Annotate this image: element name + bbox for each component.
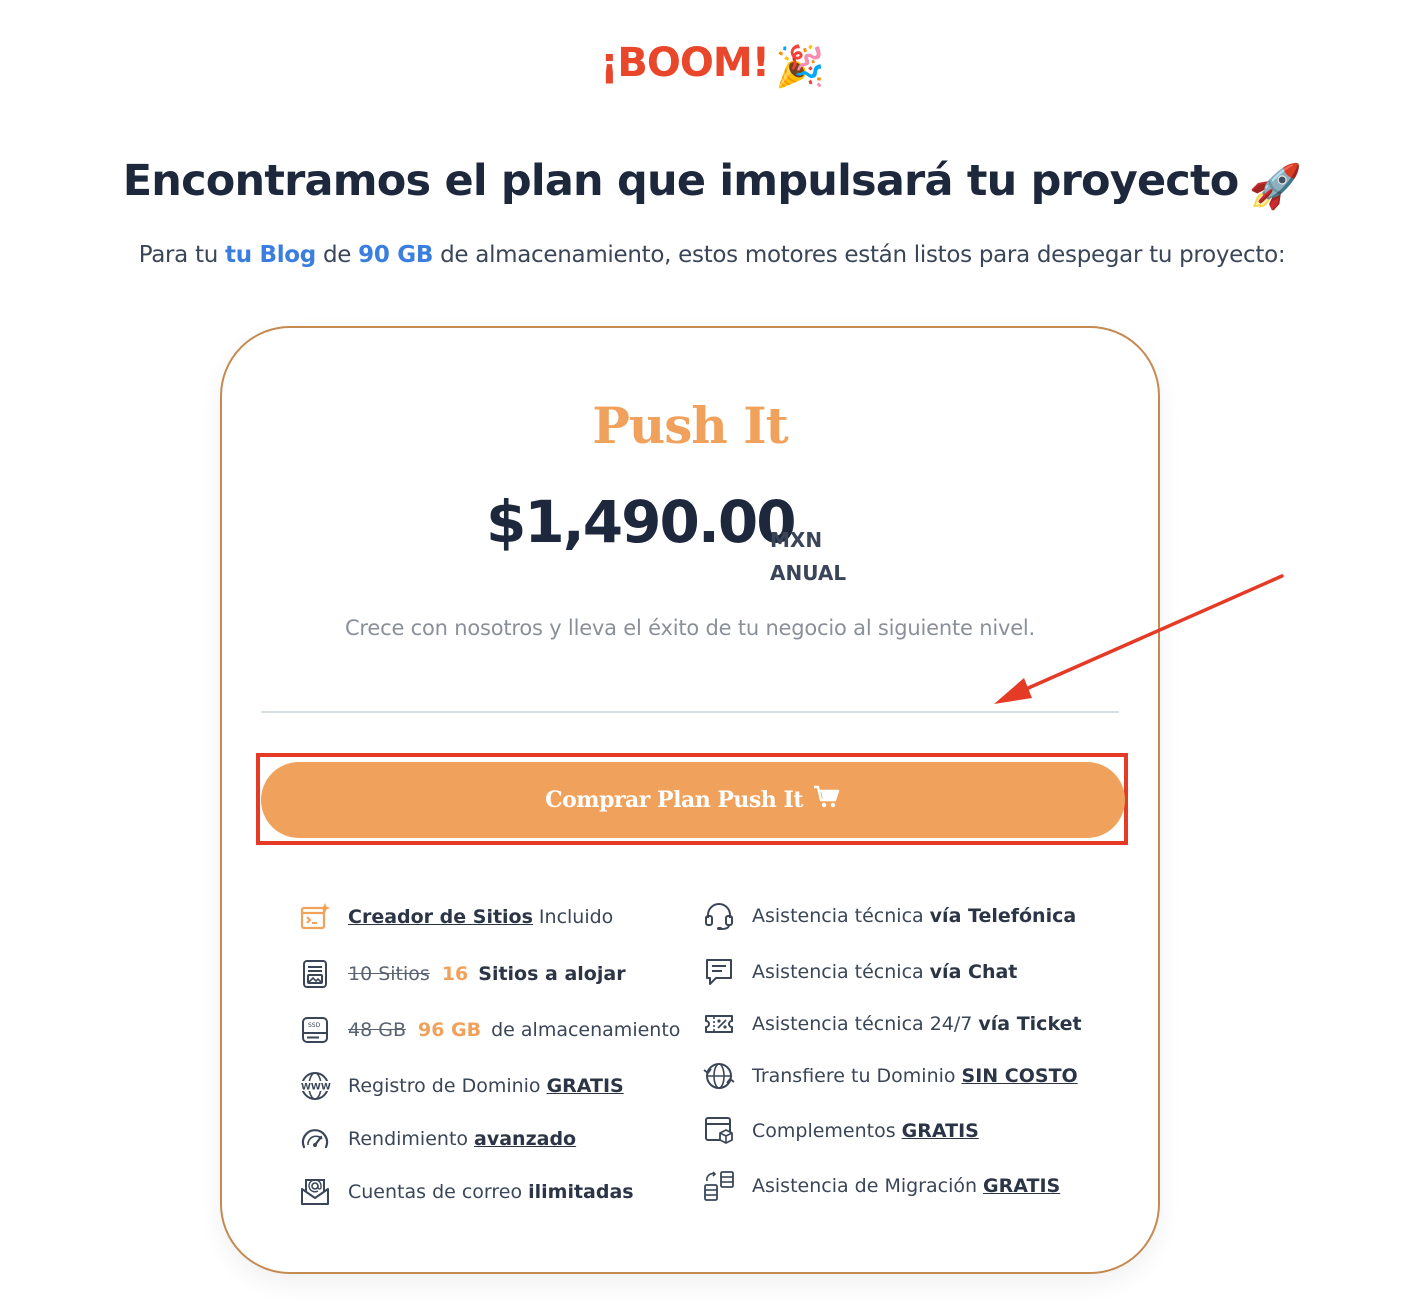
subtitle-prefix: Para tu [138,242,219,268]
domain-transfer-text: Transfiere tu Dominio [752,1065,956,1087]
domain-free-link[interactable]: GRATIS [547,1075,624,1097]
addons-icon [702,1114,736,1148]
migration-link[interactable]: GRATIS [983,1175,1060,1197]
plan-period: ANUAL [770,561,847,585]
addons-text: Complementos [752,1120,896,1142]
plan-currency: MXN [770,528,823,552]
chat-icon [702,955,736,989]
sites-new-count: 16 [441,963,469,985]
page-subtitle: Para tu tu Blog de 90 GB de almacenamien… [0,242,1424,268]
speedometer-icon [298,1122,332,1156]
globe-transfer-icon [702,1059,736,1093]
email-bold: ilimitadas [528,1181,634,1203]
subtitle-storage: 90 GB [358,242,434,268]
subtitle-site-type: tu Blog [225,242,316,268]
buy-plan-button[interactable]: Comprar Plan Push It [261,762,1125,838]
boom-title: ¡BOOM! 🎉 [0,40,1424,90]
chat-support-bold: vía Chat [929,961,1018,983]
storage-new: 96 GB [417,1019,482,1041]
addons-link[interactable]: GRATIS [902,1120,979,1142]
annotation-arrow [994,574,1284,704]
ticket-support-bold: vía Ticket [978,1013,1082,1035]
ssd-icon: SSD [298,1013,332,1047]
performance-link[interactable]: avanzado [474,1128,576,1150]
feature-performance: Rendimiento avanzado [298,1122,576,1156]
feature-phone-support: Asistencia técnica vía Telefónica [702,899,1076,933]
headline-text: Encontramos el plan que impulsará tu pro… [122,156,1240,206]
performance-text: Rendimiento [348,1128,469,1150]
feature-addons: Complementos GRATIS [702,1114,979,1148]
storage-old: 48 GB [348,1019,406,1041]
feature-site-builder: Creador de Sitios Incluido [298,900,613,934]
feature-ticket-support: Asistencia técnica 24/7 vía Ticket [702,1007,1082,1041]
feature-migration: Asistencia de Migración GRATIS [702,1169,1060,1203]
email-icon [298,1175,332,1209]
plan-name: Push It [592,396,788,455]
sites-old-count: 10 Sitios [348,963,430,985]
feature-domain-registration: WWW Registro de Dominio GRATIS [298,1069,624,1103]
plan-price: $1,490.00 [486,488,797,556]
site-builder-text: Incluido [538,906,614,928]
feature-email: Cuentas de correo ilimitadas [298,1175,634,1209]
headset-icon [702,899,736,933]
domain-text: Registro de Dominio [348,1075,541,1097]
migration-icon [702,1169,736,1203]
feature-storage: SSD 48 GB 96 GB de almacenamiento [298,1013,680,1047]
svg-text:SSD: SSD [308,1022,321,1029]
email-text: Cuentas de correo [348,1181,523,1203]
ticket-icon [702,1007,736,1041]
domain-transfer-link[interactable]: SIN COSTO [962,1065,1078,1087]
buy-plan-label: Comprar Plan Push It [545,787,803,813]
site-builder-link[interactable]: Creador de Sitios [348,906,533,928]
www-icon: WWW [298,1069,332,1103]
site-builder-icon [298,900,332,934]
subtitle-mid: de [322,242,352,268]
migration-text: Asistencia de Migración [752,1175,978,1197]
phone-support-text: Asistencia técnica [752,905,924,927]
chat-support-text: Asistencia técnica [752,961,924,983]
boom-text: ¡BOOM! [600,40,770,86]
sites-text: Sitios a alojar [478,963,626,985]
ticket-support-text: Asistencia técnica 24/7 [752,1013,973,1035]
storage-text: de almacenamiento [491,1019,681,1041]
shopping-cart-icon [813,785,841,815]
feature-chat-support: Asistencia técnica vía Chat [702,955,1017,989]
page-headline: Encontramos el plan que impulsará tu pro… [0,156,1424,212]
sites-icon [298,957,332,991]
feature-domain-transfer: Transfiere tu Dominio SIN COSTO [702,1059,1078,1093]
rocket-icon: 🚀 [1248,162,1303,212]
subtitle-suffix: de almacenamiento, estos motores están l… [440,242,1286,268]
party-popper-icon: 🎉 [774,44,825,90]
feature-sites: 10 Sitios 16 Sitios a alojar [298,957,626,991]
phone-support-bold: vía Telefónica [929,905,1077,927]
svg-text:WWW: WWW [301,1083,331,1093]
